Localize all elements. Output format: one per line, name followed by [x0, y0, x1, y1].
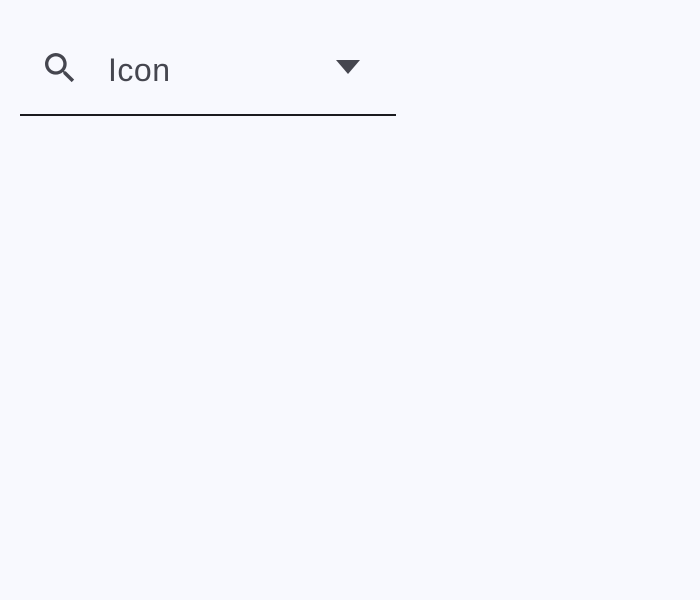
search-icon — [45, 53, 75, 83]
page: Icon — [0, 0, 700, 600]
arrow-drop-down-icon[interactable] — [332, 56, 364, 80]
icon-dropdown-field[interactable]: Icon — [20, 20, 396, 116]
dropdown-selected-value: Icon — [108, 52, 171, 88]
